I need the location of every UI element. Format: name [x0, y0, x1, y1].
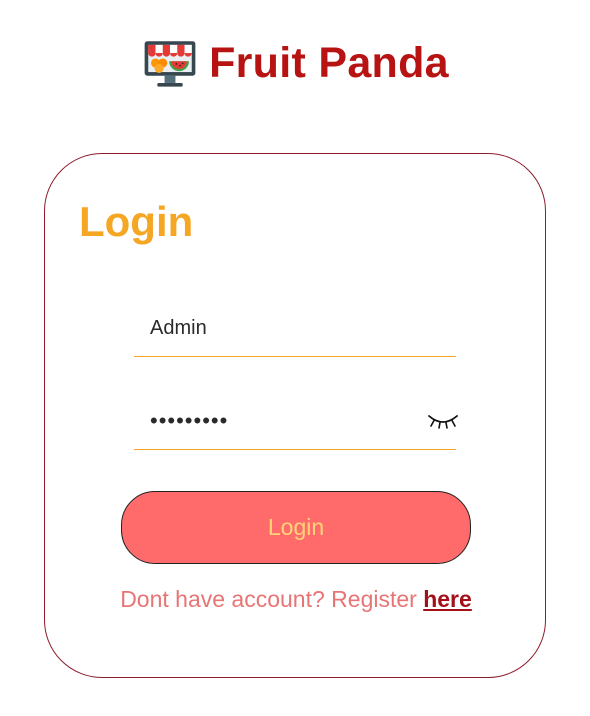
- username-input[interactable]: [150, 310, 420, 346]
- app-header: Fruit Panda: [0, 28, 590, 98]
- password-input[interactable]: [150, 403, 420, 439]
- eye-closed-icon[interactable]: [426, 409, 460, 431]
- password-field-container: [134, 397, 458, 450]
- app-title: Fruit Panda: [209, 38, 449, 87]
- register-link[interactable]: here: [423, 586, 472, 612]
- register-prompt: Dont have account? Register here: [45, 586, 547, 613]
- username-field-container: [134, 304, 456, 357]
- register-prompt-text: Dont have account? Register: [120, 586, 417, 612]
- fruit-shop-monitor-icon: [144, 41, 196, 87]
- login-heading: Login: [79, 198, 194, 245]
- login-card: Login Login Dont have account? Register …: [44, 153, 546, 678]
- login-button[interactable]: Login: [121, 491, 471, 564]
